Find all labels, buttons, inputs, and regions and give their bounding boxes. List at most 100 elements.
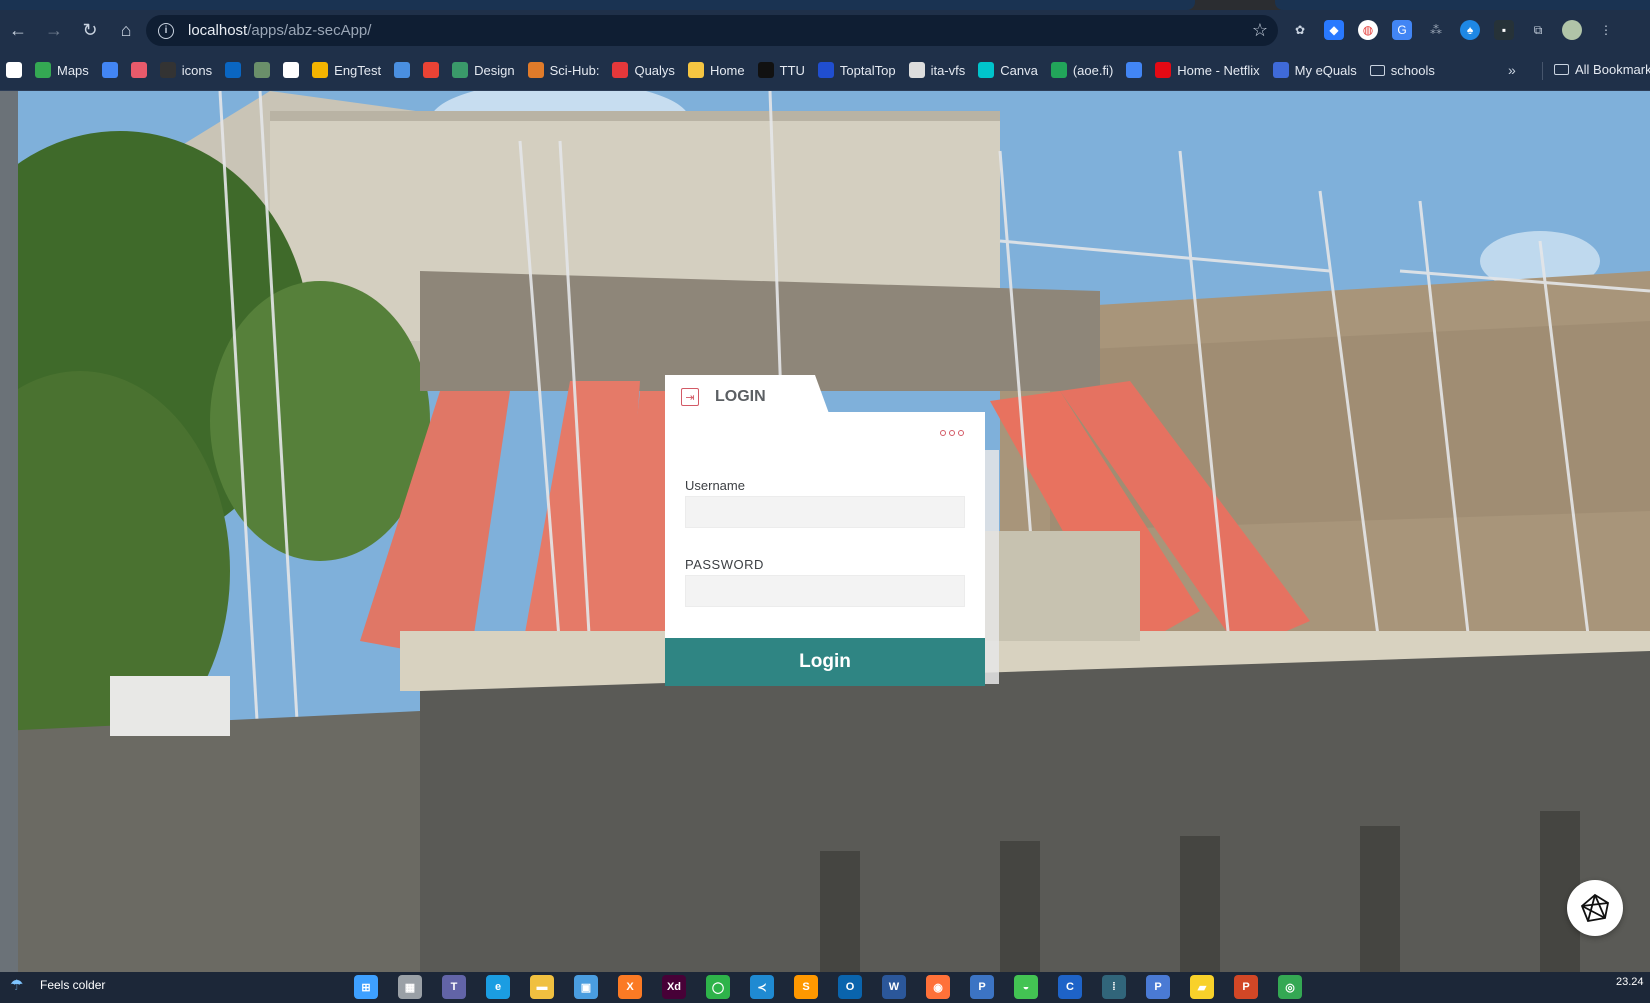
bookmark-item[interactable] (101, 62, 118, 78)
weather-text: Feels colder (40, 978, 106, 992)
bookmark-label: Canva (1000, 62, 1038, 78)
home-icon (687, 62, 704, 78)
bookmark-label: Sci-Hub: (549, 62, 600, 78)
bookmark-star-icon[interactable]: ☆ (1252, 20, 1268, 41)
bookmark-item[interactable]: EngTest (312, 62, 381, 78)
browser-menu-icon[interactable]: ⋮ (1596, 20, 1616, 40)
bookmark-item[interactable]: Sci-Hub: (527, 62, 600, 78)
address-bar[interactable]: i localhost/apps/abz-secApp/ ☆ (146, 15, 1278, 46)
icons-icon (159, 62, 176, 78)
dots-extension-icon[interactable]: ⁂ (1426, 20, 1446, 40)
page-viewport: ⇥ LOGIN Username PASSWORD Login (0, 91, 1650, 972)
home-icon[interactable]: ⌂ (108, 12, 144, 48)
teams-icon[interactable]: T (442, 975, 466, 999)
pycharm2-icon[interactable]: P (1146, 975, 1170, 999)
xampp-icon[interactable]: X (618, 975, 642, 999)
bookmark-item[interactable]: ToptalTop (817, 62, 896, 78)
bookmark-item[interactable] (254, 62, 271, 78)
back-icon[interactable]: ← (0, 12, 36, 48)
pycharm-icon[interactable]: P (970, 975, 994, 999)
network-assistant-button[interactable] (1567, 880, 1623, 936)
weather-widget[interactable]: ☂ Feels colder (10, 976, 105, 994)
bookmark-item[interactable]: Design (452, 62, 515, 78)
sticky-icon[interactable]: ▰ (1190, 975, 1214, 999)
browser-toolbar: ← → ↻ ⌂ i localhost/apps/abz-secApp/ ☆ ✿… (0, 10, 1650, 50)
powerpoint-icon[interactable]: P (1234, 975, 1258, 999)
bookmark-item[interactable]: Canva (978, 62, 1038, 78)
bookmarks-bar: Maps icons EngTest Design Sci-Hub: Qualys Home… (0, 50, 1650, 91)
c-icon[interactable]: C (1058, 975, 1082, 999)
taskbar-apps: ⊞ ▦ Te ▬ ▣ X Xd ◯ ≺ S O W ◉ P ◒ C ⁞ P ▰ P ◎ (354, 975, 1302, 999)
bookmark-item[interactable] (225, 62, 242, 78)
url-path: /apps/abz-secApp/ (247, 22, 372, 39)
equals-icon (1272, 62, 1289, 78)
site-info-icon[interactable]: i (158, 22, 174, 39)
bookmark-item[interactable]: ita-vfs (908, 62, 966, 78)
page-extension-icon[interactable]: ▪ (1494, 20, 1514, 40)
cisco-icon[interactable]: ⁞ (1102, 975, 1126, 999)
bookmark-item[interactable]: Maps (35, 62, 89, 78)
bookmark-item[interactable]: (aoe.fi) (1050, 62, 1113, 78)
chrome-icon[interactable]: ◎ (1278, 975, 1302, 999)
explorer-icon[interactable]: ▦ (398, 975, 422, 999)
toptal-icon (817, 62, 834, 78)
color-extension-icon[interactable]: ◍ (1358, 20, 1378, 40)
card-shadow (985, 450, 999, 684)
login-title: LOGIN (715, 388, 766, 405)
extensions-area: ✿ ◆ ◍ G ⁂ ♠ ▪ ⧉ ⋮ (1290, 10, 1616, 50)
firefox-icon[interactable]: ◉ (926, 975, 950, 999)
shield-extension-icon[interactable]: ♠ (1460, 20, 1480, 40)
all-bookmarks-button[interactable]: All Bookmarks (1554, 62, 1650, 77)
files-icon[interactable]: ▬ (530, 975, 554, 999)
clock[interactable]: 23.24 (1616, 976, 1644, 988)
bookmark-item[interactable]: schools (1369, 63, 1435, 78)
xd-icon[interactable]: Xd (662, 975, 686, 999)
tab-strip (0, 0, 1650, 10)
doc-icon (1126, 62, 1143, 78)
bookmark-item[interactable]: My eQuals (1272, 62, 1357, 78)
translate-extension-icon[interactable]: G (1392, 20, 1412, 40)
folder-icon (1554, 64, 1569, 75)
bookmark-item[interactable] (130, 62, 147, 78)
gmail-icon (423, 62, 440, 78)
bookmark-item[interactable] (283, 62, 300, 78)
login-button[interactable]: Login (665, 638, 985, 686)
sublime-icon[interactable]: S (794, 975, 818, 999)
profile-avatar[interactable] (1562, 20, 1582, 40)
vscode-icon[interactable]: ≺ (750, 975, 774, 999)
bookmark-item[interactable]: Home - Netflix (1155, 62, 1260, 78)
bookmark-item[interactable]: icons (159, 62, 213, 78)
password-input[interactable] (685, 575, 965, 607)
sign-in-icon: ⇥ (681, 388, 699, 406)
raven-icon (527, 62, 544, 78)
word-icon[interactable]: W (882, 975, 906, 999)
puzzle-icon[interactable]: ⧉ (1528, 20, 1548, 40)
bookmark-item[interactable] (1126, 62, 1143, 78)
bookmark-label: icons (181, 62, 213, 78)
username-input[interactable] (685, 496, 965, 528)
bookmark-item[interactable] (394, 62, 411, 78)
refresh-icon[interactable]: ◯ (706, 975, 730, 999)
bookmark-item[interactable]: Home (687, 62, 745, 78)
forward-icon[interactable]: → (36, 12, 72, 48)
start-icon[interactable]: ⊞ (354, 975, 378, 999)
qualys-icon (612, 62, 629, 78)
edge-icon[interactable]: e (486, 975, 510, 999)
more-options-icon[interactable] (940, 430, 964, 436)
bookmark-item[interactable]: Qualys (612, 62, 675, 78)
bookmark-label: ita-vfs (930, 62, 966, 78)
sun-icon (312, 62, 329, 78)
bookmark-item[interactable] (6, 62, 22, 78)
linkedin-icon (225, 62, 242, 78)
bookmarks-overflow-icon[interactable]: » (1508, 62, 1516, 78)
other-tab[interactable] (1275, 0, 1650, 10)
bookmark-item[interactable]: TTU (757, 62, 805, 78)
active-tab[interactable] (0, 0, 1195, 10)
settings-extension-icon[interactable]: ✿ (1290, 20, 1310, 40)
store-icon[interactable]: ▣ (574, 975, 598, 999)
outlook-icon[interactable]: O (838, 975, 862, 999)
reload-icon[interactable]: ↻ (72, 12, 108, 48)
bookmark-item[interactable] (423, 62, 440, 78)
frog-icon[interactable]: ◒ (1014, 975, 1038, 999)
diamond-extension-icon[interactable]: ◆ (1324, 20, 1344, 40)
